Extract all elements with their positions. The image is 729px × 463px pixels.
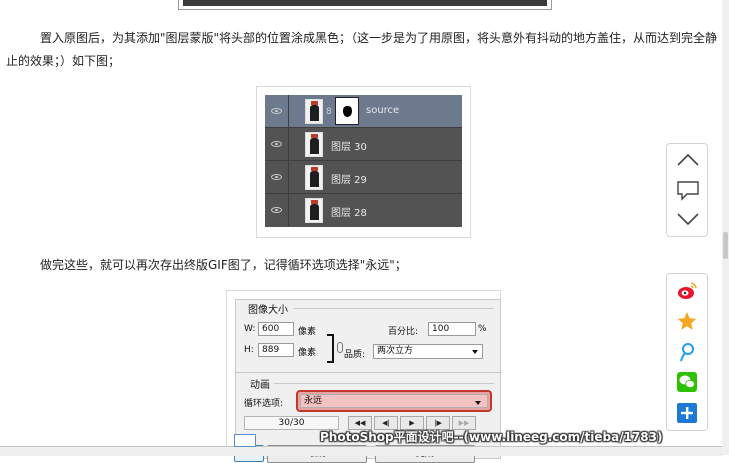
float-nav-panel: [666, 143, 708, 237]
loop-options-highlight: 永远: [296, 390, 492, 412]
percent-unit: %: [478, 324, 487, 334]
link-icon: 8: [326, 107, 332, 117]
quality-label: 品质:: [344, 350, 366, 360]
loop-options-label: 循环选项:: [244, 399, 284, 409]
vertical-scrollbar[interactable]: [722, 0, 729, 455]
layer-thumbnail: [305, 165, 323, 190]
layer-row-30[interactable]: 图层 30: [265, 128, 462, 161]
eye-icon[interactable]: [271, 141, 282, 147]
percent-input[interactable]: 100: [428, 322, 476, 336]
qzone-icon[interactable]: [676, 310, 698, 332]
layer-name: 图层 28: [331, 208, 367, 219]
layer-row-29[interactable]: 图层 29: [265, 161, 462, 194]
height-unit: 像素: [298, 348, 317, 358]
bottom-tab[interactable]: [234, 434, 256, 447]
watermark: PhotoShop平面设计吧--(www.lineeg.com/tieba/17…: [320, 430, 663, 444]
layers-panel-figure: 8 source 图层 30 图层 29 图层 28: [256, 86, 471, 238]
wechat-icon[interactable]: [676, 371, 698, 393]
layer-name: source: [366, 105, 400, 116]
image-size-heading: 图像大小: [248, 305, 288, 316]
eye-icon[interactable]: [271, 207, 282, 213]
article-paragraph-1: 置入原图后，为其添加"图层蒙版"将头部的位置涂成黑色；（这一步是为了用原图，将头…: [6, 31, 718, 68]
chevron-down-icon[interactable]: [675, 208, 701, 230]
percent-label: 百分比:: [388, 327, 419, 337]
layer-thumbnail: [305, 99, 323, 124]
layer-thumbnail: [305, 132, 323, 157]
eye-icon[interactable]: [271, 174, 282, 180]
width-unit: 像素: [298, 327, 317, 337]
height-label: H:: [244, 345, 254, 355]
layer-thumbnail: [305, 198, 323, 223]
comment-icon[interactable]: [675, 179, 701, 201]
loop-options-value: 永远: [304, 396, 323, 406]
layer-row-source[interactable]: 8 source: [265, 95, 462, 128]
layer-row-28[interactable]: 图层 28: [265, 194, 462, 227]
previous-figure-edge: [178, 0, 552, 10]
constrain-proportions-icon[interactable]: [337, 342, 343, 353]
scrollbar-thumb[interactable]: [723, 232, 728, 259]
height-input[interactable]: 889: [258, 343, 294, 357]
plus-icon[interactable]: [676, 402, 698, 424]
article-paragraph-2: 做完这些，就可以再次存出终版GIF图了，记得循环选项选择"永远"；: [40, 258, 407, 272]
loop-options-select[interactable]: 永远: [300, 394, 488, 408]
layer-mask-thumbnail[interactable]: [335, 97, 359, 125]
dropdown-arrow-icon: [475, 401, 481, 405]
eye-icon[interactable]: [271, 108, 282, 114]
layer-name: 图层 29: [331, 175, 367, 186]
quality-select-value: 两次立方: [377, 346, 414, 356]
tencent-weibo-icon[interactable]: [676, 341, 698, 363]
chevron-up-icon[interactable]: [675, 149, 701, 171]
layer-name: 图层 30: [331, 142, 367, 153]
animation-heading: 动画: [250, 380, 270, 391]
dropdown-arrow-icon: [472, 350, 478, 354]
width-input[interactable]: 600: [258, 322, 294, 336]
weibo-icon[interactable]: [676, 280, 698, 302]
layers-panel: 8 source 图层 30 图层 29 图层 28: [265, 95, 462, 227]
constrain-bracket: [327, 334, 334, 363]
width-label: W:: [244, 324, 256, 334]
share-panel: [666, 273, 708, 431]
quality-select[interactable]: 两次立方: [373, 344, 483, 359]
